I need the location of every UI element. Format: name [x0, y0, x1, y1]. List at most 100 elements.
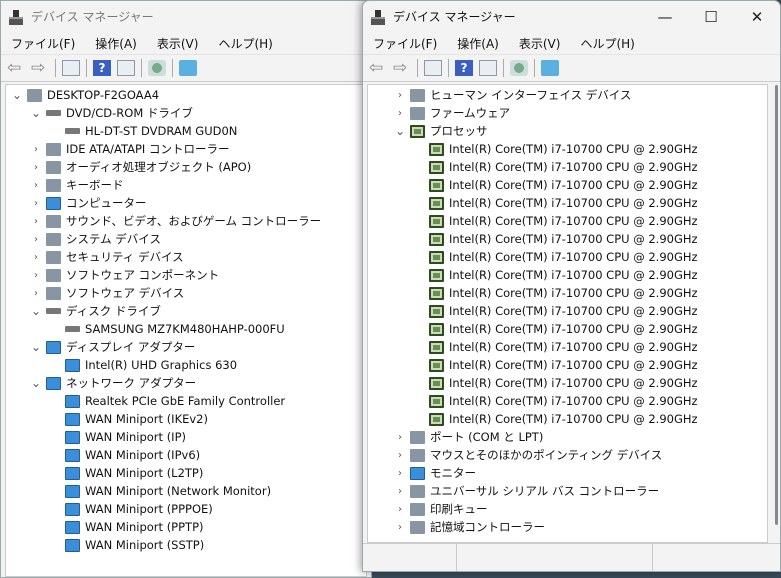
- back-arrow-icon[interactable]: ⇦: [369, 60, 387, 77]
- tree-device[interactable]: Intel(R) Core(TM) i7-10700 CPU @ 2.90GHz: [412, 356, 698, 374]
- chevron-down-icon[interactable]: ⌄: [29, 377, 43, 389]
- scan-hardware-icon[interactable]: [179, 60, 197, 76]
- tree-device[interactable]: Intel(R) Core(TM) i7-10700 CPU @ 2.90GHz: [412, 392, 698, 410]
- tree-category[interactable]: › ソフトウェア コンポーネント: [29, 266, 219, 284]
- tree-category[interactable]: › セキュリティ デバイス: [29, 248, 184, 266]
- chevron-right-icon[interactable]: ›: [29, 270, 43, 281]
- chevron-down-icon[interactable]: ⌄: [29, 341, 43, 353]
- help-icon[interactable]: ?: [455, 60, 473, 76]
- chevron-right-icon[interactable]: ›: [393, 108, 407, 119]
- chevron-right-icon[interactable]: ›: [29, 198, 43, 209]
- tree-category[interactable]: › ポート (COM と LPT): [393, 428, 543, 446]
- show-hide-console-tree-icon[interactable]: [62, 60, 80, 76]
- tree-category[interactable]: › ファームウェア: [393, 104, 510, 122]
- action-pane-icon[interactable]: [117, 60, 135, 76]
- tree-category[interactable]: › ユニバーサル シリアル バス コントローラー: [393, 482, 659, 500]
- tree-category[interactable]: › システム デバイス: [29, 230, 161, 248]
- chevron-right-icon[interactable]: ›: [393, 468, 407, 479]
- tree-device[interactable]: Intel(R) Core(TM) i7-10700 CPU @ 2.90GHz: [412, 176, 698, 194]
- tree-category[interactable]: ⌄ プロセッサ: [393, 122, 488, 140]
- close-button[interactable]: ✕: [734, 8, 780, 26]
- vertical-scrollbar[interactable]: [772, 85, 778, 529]
- menu-view[interactable]: 表示(V): [519, 35, 561, 52]
- tree-device[interactable]: Realtek PCIe GbE Family Controller: [48, 392, 285, 410]
- chevron-down-icon[interactable]: ⌄: [29, 107, 43, 119]
- tree-category[interactable]: ⌄ DVD/CD-ROM ドライブ: [29, 104, 193, 122]
- chevron-right-icon[interactable]: ›: [29, 180, 43, 191]
- tree-device[interactable]: Intel(R) Core(TM) i7-10700 CPU @ 2.90GHz: [412, 338, 698, 356]
- update-driver-icon[interactable]: [510, 60, 528, 76]
- tree-device[interactable]: WAN Miniport (IPv6): [48, 446, 200, 464]
- scrollbar-thumb[interactable]: [775, 85, 778, 525]
- tree-device[interactable]: Intel(R) Core(TM) i7-10700 CPU @ 2.90GHz: [412, 140, 698, 158]
- chevron-down-icon[interactable]: ⌄: [393, 125, 407, 137]
- forward-arrow-icon[interactable]: ⇨: [393, 60, 411, 77]
- tree-device[interactable]: Intel(R) Core(TM) i7-10700 CPU @ 2.90GHz: [412, 266, 698, 284]
- chevron-right-icon[interactable]: ›: [29, 162, 43, 173]
- chevron-down-icon[interactable]: ⌄: [10, 89, 24, 101]
- menu-help[interactable]: ヘルプ(H): [580, 35, 634, 52]
- show-hide-console-tree-icon[interactable]: [424, 60, 442, 76]
- tree-category[interactable]: › コンピューター: [29, 194, 147, 212]
- tree-device[interactable]: Intel(R) Core(TM) i7-10700 CPU @ 2.90GHz: [412, 158, 698, 176]
- tree-device[interactable]: Intel(R) Core(TM) i7-10700 CPU @ 2.90GHz: [412, 194, 698, 212]
- tree-device[interactable]: Intel(R) Core(TM) i7-10700 CPU @ 2.90GHz: [412, 230, 698, 248]
- tree-category[interactable]: › モニター: [393, 464, 476, 482]
- chevron-right-icon[interactable]: ›: [29, 234, 43, 245]
- chevron-right-icon[interactable]: ›: [393, 486, 407, 497]
- tree-device[interactable]: WAN Miniport (Network Monitor): [48, 482, 271, 500]
- action-pane-icon[interactable]: [479, 60, 497, 76]
- tree-category[interactable]: › オーディオ処理オブジェクト (APO): [29, 158, 251, 176]
- tree-device[interactable]: SAMSUNG MZ7KM480HAHP-000FU: [48, 320, 285, 338]
- tree-category[interactable]: ⌄ ネットワーク アダプター: [29, 374, 196, 392]
- tree-category[interactable]: ⌄ ディスプレイ アダプター: [29, 338, 195, 356]
- menu-action[interactable]: 操作(A): [95, 35, 137, 52]
- menu-view[interactable]: 表示(V): [157, 35, 199, 52]
- forward-arrow-icon[interactable]: ⇨: [31, 60, 49, 77]
- tree-device[interactable]: Intel(R) Core(TM) i7-10700 CPU @ 2.90GHz: [412, 320, 698, 338]
- tree-device[interactable]: Intel(R) UHD Graphics 630: [48, 356, 237, 374]
- menu-file[interactable]: ファイル(F): [11, 35, 75, 52]
- scan-hardware-icon[interactable]: [541, 60, 559, 76]
- tree-device[interactable]: Intel(R) Core(TM) i7-10700 CPU @ 2.90GHz: [412, 374, 698, 392]
- tree-device[interactable]: WAN Miniport (IP): [48, 428, 186, 446]
- tree-category[interactable]: › ヒューマン インターフェイス デバイス: [393, 86, 631, 104]
- chevron-right-icon[interactable]: ›: [393, 504, 407, 515]
- tree-category[interactable]: › 記憶域コントローラー: [393, 518, 545, 536]
- tree-device[interactable]: Intel(R) Core(TM) i7-10700 CPU @ 2.90GHz: [412, 284, 698, 302]
- chevron-right-icon[interactable]: ›: [393, 450, 407, 461]
- chevron-right-icon[interactable]: ›: [393, 432, 407, 443]
- tree-category[interactable]: › マウスとそのほかのポインティング デバイス: [393, 446, 662, 464]
- tree-device[interactable]: Intel(R) Core(TM) i7-10700 CPU @ 2.90GHz: [412, 248, 698, 266]
- tree-device[interactable]: WAN Miniport (L2TP): [48, 464, 203, 482]
- tree-device[interactable]: WAN Miniport (IKEv2): [48, 410, 208, 428]
- tree-category[interactable]: › サウンド、ビデオ、およびゲーム コントローラー: [29, 212, 321, 230]
- menu-file[interactable]: ファイル(F): [373, 35, 437, 52]
- back-arrow-icon[interactable]: ⇦: [7, 60, 25, 77]
- tree-device[interactable]: Intel(R) Core(TM) i7-10700 CPU @ 2.90GHz: [412, 410, 698, 428]
- tree-device[interactable]: WAN Miniport (SSTP): [48, 536, 204, 554]
- minimize-button[interactable]: —: [642, 8, 688, 26]
- chevron-right-icon[interactable]: ›: [393, 90, 407, 101]
- maximize-button[interactable]: ☐: [688, 8, 734, 26]
- chevron-right-icon[interactable]: ›: [29, 216, 43, 227]
- tree-device[interactable]: WAN Miniport (PPPOE): [48, 500, 213, 518]
- tree-category[interactable]: ⌄ DESKTOP-F2GOAA4: [10, 86, 159, 104]
- menu-action[interactable]: 操作(A): [457, 35, 499, 52]
- chevron-right-icon[interactable]: ›: [393, 522, 407, 533]
- tree-device[interactable]: HL-DT-ST DVDRAM GUD0N: [48, 122, 237, 140]
- tree-category[interactable]: › キーボード: [29, 176, 124, 194]
- chevron-right-icon[interactable]: ›: [29, 144, 43, 155]
- chevron-right-icon[interactable]: ›: [29, 288, 43, 299]
- tree-category[interactable]: › 印刷キュー: [393, 500, 488, 518]
- help-icon[interactable]: ?: [93, 60, 111, 76]
- tree-category[interactable]: › IDE ATA/ATAPI コントローラー: [29, 140, 229, 158]
- tree-device[interactable]: Intel(R) Core(TM) i7-10700 CPU @ 2.90GHz: [412, 302, 698, 320]
- tree-category[interactable]: › ソフトウェア デバイス: [29, 284, 184, 302]
- tree-device[interactable]: Intel(R) Core(TM) i7-10700 CPU @ 2.90GHz: [412, 212, 698, 230]
- tree-device[interactable]: WAN Miniport (PPTP): [48, 518, 204, 536]
- update-driver-icon[interactable]: [148, 60, 166, 76]
- chevron-right-icon[interactable]: ›: [29, 252, 43, 263]
- tree-category[interactable]: ⌄ ディスク ドライブ: [29, 302, 161, 320]
- menu-help[interactable]: ヘルプ(H): [218, 35, 272, 52]
